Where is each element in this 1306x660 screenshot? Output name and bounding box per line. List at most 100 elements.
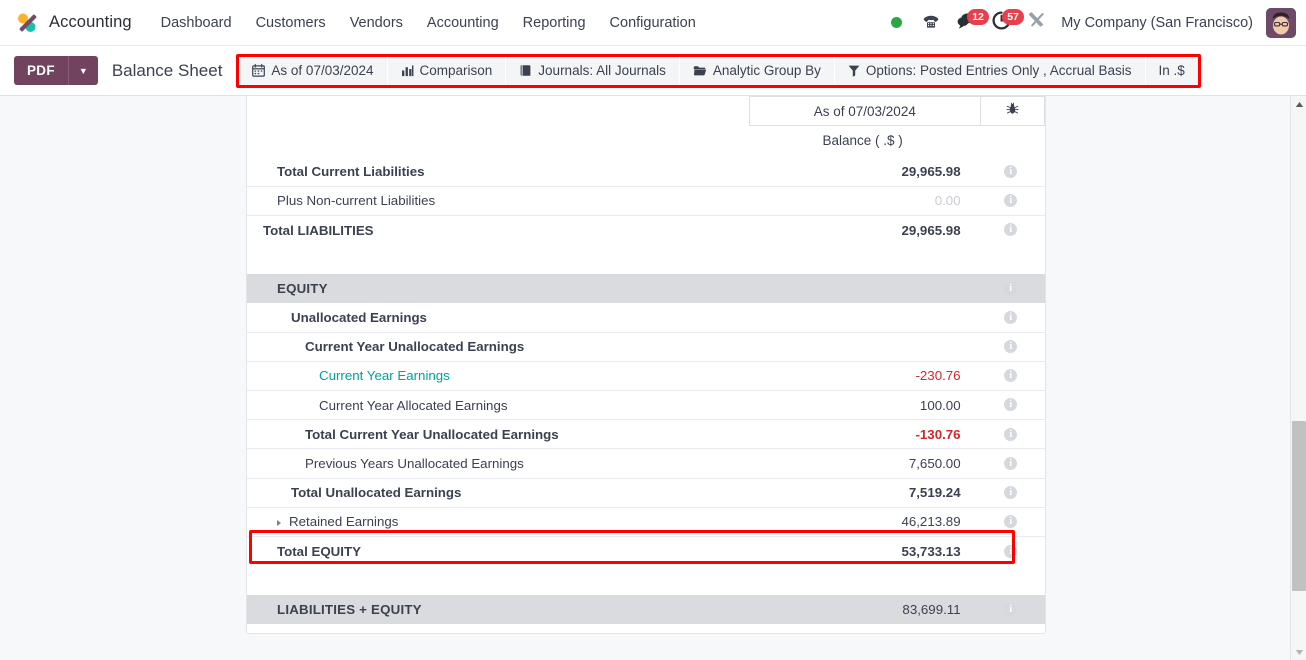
- table-row[interactable]: Plus Non-current Liabilities 0.00 i: [247, 185, 1045, 216]
- table-row[interactable]: Current Year Allocated Earnings 100.00 i: [247, 389, 1045, 420]
- menu-item-reporting[interactable]: Reporting: [512, 9, 597, 37]
- menu-item-configuration[interactable]: Configuration: [599, 9, 707, 37]
- report-body: As of 07/03/2024 Balance (.$) Total Cu…: [0, 96, 1306, 660]
- row-label: Previous Years Unallocated Earnings: [247, 448, 749, 479]
- row-info-cell: i: [976, 331, 1045, 362]
- current-year-earnings-link[interactable]: Current Year Earnings: [319, 368, 450, 383]
- table-row[interactable]: Current Year Unallocated Earnings i: [247, 331, 1045, 362]
- vertical-scrollbar[interactable]: [1290, 96, 1306, 660]
- filter-analytic-label: Analytic Group By: [712, 63, 821, 78]
- info-icon[interactable]: i: [1004, 544, 1018, 558]
- info-icon[interactable]: i: [1004, 369, 1018, 383]
- scrollbar-thumb[interactable]: [1292, 421, 1306, 591]
- table-row[interactable]: Unallocated Earnings i: [247, 303, 1045, 332]
- table-row[interactable]: Total EQUITY 53,733.13 i: [247, 535, 1045, 566]
- row-info-cell: i: [976, 535, 1045, 566]
- brand[interactable]: Accounting: [14, 10, 132, 36]
- info-icon[interactable]: i: [1004, 485, 1018, 499]
- table-row-section-total[interactable]: LIABILITIES + EQUITY 83,699.11 i: [247, 594, 1045, 624]
- phone-icon: [921, 10, 941, 35]
- user-avatar[interactable]: [1266, 7, 1296, 38]
- row-value: 46,213.89: [748, 506, 977, 537]
- filter-journals[interactable]: Journals: All Journals: [506, 56, 680, 85]
- info-icon[interactable]: i: [1004, 194, 1018, 208]
- pdf-export-button[interactable]: PDF: [14, 56, 68, 85]
- filter-options[interactable]: Options: Posted Entries Only , Accrual B…: [834, 56, 1146, 85]
- report-control-bar: PDF ▼ Balance Sheet As of 07/03/2024 Com…: [0, 46, 1306, 96]
- book-icon: [519, 64, 532, 77]
- row-label: Total EQUITY: [247, 535, 749, 566]
- menu-item-customers[interactable]: Customers: [245, 9, 337, 37]
- row-label: Retained Earnings: [289, 514, 399, 530]
- filter-options-label: Options: Posted Entries Only , Accrual B…: [865, 63, 1132, 78]
- table-body: Total Current Liabilities 29,965.98 i Pl…: [247, 157, 1045, 624]
- table-row[interactable]: Total Unallocated Earnings 7,519.24 i: [247, 477, 1045, 508]
- scroll-up-button[interactable]: [1291, 96, 1306, 112]
- row-value: 7,650.00: [748, 448, 977, 479]
- scroll-down-button[interactable]: [1291, 644, 1306, 660]
- row-value: [748, 273, 977, 303]
- header-spacer-cell: [247, 96, 749, 126]
- row-info-cell: i: [976, 273, 1045, 303]
- row-label: Total LIABILITIES: [247, 214, 749, 245]
- presence-status-indicator[interactable]: [880, 6, 912, 40]
- spacer-cell-value: [748, 244, 977, 274]
- row-label-expandable: Retained Earnings: [247, 506, 749, 537]
- debug-tools-button[interactable]: [1020, 6, 1052, 40]
- voip-phone-button[interactable]: [915, 6, 947, 40]
- info-icon[interactable]: i: [1004, 515, 1018, 529]
- row-info-cell: i: [977, 303, 1045, 332]
- header-date-cell: As of 07/03/2024: [748, 96, 1045, 126]
- odoo-accounting-logo-icon: [14, 10, 40, 36]
- chevron-right-icon[interactable]: [277, 519, 281, 526]
- filter-analytic-group-by[interactable]: Analytic Group By: [679, 56, 835, 85]
- row-info-cell: i: [976, 506, 1045, 537]
- info-icon[interactable]: i: [1004, 281, 1018, 295]
- main-menu: Dashboard Customers Vendors Accounting R…: [150, 9, 707, 37]
- navbar-right-tools: 12 57 My Company (San Francisco): [880, 6, 1296, 40]
- table-row[interactable]: Total Current Liabilities 29,965.98 i: [247, 157, 1045, 186]
- row-info-cell: i: [976, 448, 1045, 479]
- activities-button[interactable]: 57: [985, 6, 1024, 40]
- table-row-section-equity[interactable]: EQUITY i: [247, 273, 1045, 303]
- filter-currency[interactable]: In .$: [1145, 56, 1198, 85]
- info-icon[interactable]: i: [1004, 164, 1018, 178]
- row-label: EQUITY: [247, 273, 749, 303]
- info-icon[interactable]: i: [1004, 602, 1018, 616]
- page-title: Balance Sheet: [111, 60, 223, 80]
- row-info-cell: i: [976, 477, 1045, 508]
- info-icon[interactable]: i: [1004, 339, 1018, 353]
- company-switcher[interactable]: My Company (San Francisco): [1055, 15, 1263, 31]
- top-navbar: Accounting Dashboard Customers Vendors A…: [0, 0, 1306, 46]
- report-filters-highlight: As of 07/03/2024 Comparison Journals: Al…: [236, 53, 1201, 88]
- menu-item-vendors[interactable]: Vendors: [339, 9, 414, 37]
- info-icon[interactable]: i: [1004, 310, 1018, 324]
- row-label: Total Current Liabilities: [277, 163, 425, 179]
- menu-item-accounting[interactable]: Accounting: [416, 9, 510, 37]
- row-label: Plus Non-current Liabilities: [247, 185, 749, 216]
- audit-bug-button[interactable]: [981, 96, 1045, 126]
- filter-date[interactable]: As of 07/03/2024: [239, 56, 388, 85]
- spacer-cell-info: [976, 565, 1045, 595]
- info-icon[interactable]: i: [1004, 223, 1018, 237]
- filter-comparison[interactable]: Comparison: [387, 56, 507, 85]
- menu-item-dashboard[interactable]: Dashboard: [150, 9, 243, 37]
- balance-sheet-card: As of 07/03/2024 Balance (.$) Total Cu…: [246, 96, 1046, 634]
- balance-subheader-spacer: [247, 126, 749, 157]
- table-row[interactable]: Total LIABILITIES 29,965.98 i: [247, 214, 1045, 245]
- info-icon[interactable]: i: [1004, 427, 1018, 441]
- pdf-dropdown-button[interactable]: ▼: [67, 56, 98, 85]
- info-icon[interactable]: i: [1004, 456, 1018, 470]
- bar-chart-icon: [401, 64, 414, 77]
- table-row[interactable]: Total Current Year Unallocated Earnings …: [247, 419, 1045, 449]
- table-header-row: As of 07/03/2024: [247, 96, 1045, 126]
- pdf-export-group: PDF ▼: [14, 56, 98, 85]
- balance-subheader-info-spacer: [977, 126, 1045, 157]
- messages-button[interactable]: 12: [950, 6, 989, 40]
- table-row-highlighted[interactable]: Previous Years Unallocated Earnings 7,65…: [247, 448, 1045, 479]
- table-row[interactable]: Current Year Earnings -230.76 i: [247, 360, 1045, 391]
- column-date-header[interactable]: As of 07/03/2024: [748, 96, 981, 126]
- table-row-expandable[interactable]: Retained Earnings 46,213.89 i: [247, 506, 1045, 537]
- info-icon[interactable]: i: [1004, 398, 1018, 412]
- row-label: Current Year Allocated Earnings: [247, 389, 749, 420]
